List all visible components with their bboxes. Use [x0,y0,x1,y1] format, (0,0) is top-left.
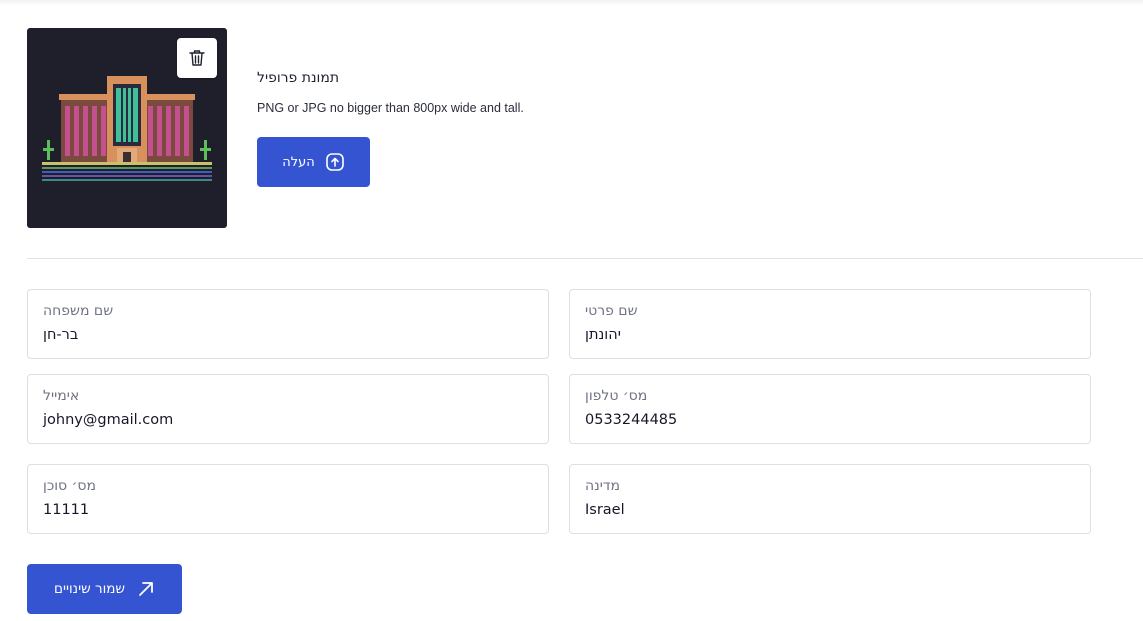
save-changes-label: שמור שינויים [54,581,125,597]
last-name-value[interactable]: בר-חן [43,327,78,343]
first-name-value[interactable]: יהונתן [585,327,621,343]
phone-field[interactable]: מס׳ טלפון 0533244485 [569,374,1091,444]
delete-photo-button[interactable] [177,38,217,78]
agent-number-field[interactable]: מס׳ סוכן 11111 [27,464,549,534]
phone-value[interactable]: 0533244485 [585,412,677,428]
arrow-up-right-icon [139,582,153,596]
first-name-label: שם פרטי [585,303,638,319]
last-name-field[interactable]: שם משפחה בר-חן [27,289,549,359]
country-label: מדינה [585,478,621,494]
email-label: אימייל [43,388,80,404]
upload-button[interactable]: העלה [257,137,370,187]
profile-photo-hint: PNG or JPG no bigger than 800px wide and… [257,101,524,115]
top-shadow [0,0,1143,6]
email-value[interactable]: johny@gmail.com [43,412,173,428]
country-value[interactable]: Israel [585,502,625,518]
trash-icon [189,50,205,66]
upload-button-label: העלה [282,154,315,170]
upload-circle-icon [325,153,344,171]
agent-number-label: מס׳ סוכן [43,478,96,494]
save-changes-button[interactable]: שמור שינויים [27,564,182,614]
profile-photo-title: תמונת פרופיל [257,70,340,86]
email-field[interactable]: אימייל johny@gmail.com [27,374,549,444]
country-field[interactable]: מדינה Israel [569,464,1091,534]
section-divider [27,258,1143,259]
first-name-field[interactable]: שם פרטי יהונתן [569,289,1091,359]
phone-label: מס׳ טלפון [585,388,648,404]
agent-number-value[interactable]: 11111 [43,502,89,518]
last-name-label: שם משפחה [43,303,114,319]
